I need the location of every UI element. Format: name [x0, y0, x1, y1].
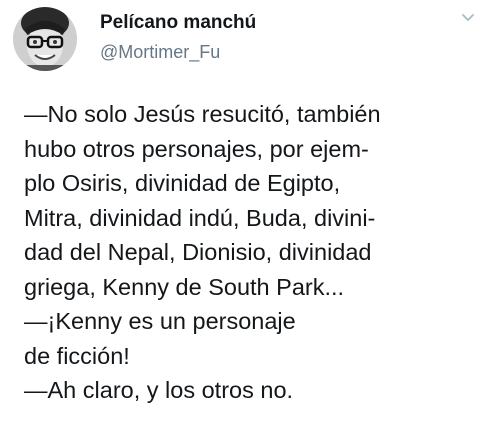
tweet-text-line: —Ah claro, y los otros no.: [24, 377, 294, 403]
display-name[interactable]: Pelícano manchú: [100, 12, 256, 34]
tweet-text-line: griega, Kenny de South Park...: [24, 273, 345, 300]
tweet-text-line: Mitra, divinidad indú, Buda, divini-: [24, 204, 376, 231]
tweet-text-line: —¡Kenny es un personaje: [24, 308, 296, 334]
tweet-text-line: de ficción!: [24, 342, 130, 369]
tweet-text-line: dad del Nepal, Dionisio, divinidad: [24, 239, 372, 265]
tweet-text-line: plo Osiris, divinidad de Egipto,: [24, 170, 341, 196]
tweet-card: Pelícano manchú @Mortimer_Fu —No solo Je…: [0, 0, 480, 445]
user-handle[interactable]: @Mortimer_Fu: [100, 42, 220, 63]
chevron-down-icon[interactable]: [460, 12, 476, 24]
avatar-photo-icon: [13, 7, 77, 71]
avatar[interactable]: [13, 7, 77, 71]
tweet-text: —No solo Jesús resucitó, también hubo ot…: [24, 97, 474, 408]
tweet-text-line: hubo otros personajes, por ejem-: [24, 135, 369, 162]
tweet-text-line: —No solo Jesús resucitó, también: [24, 101, 381, 127]
